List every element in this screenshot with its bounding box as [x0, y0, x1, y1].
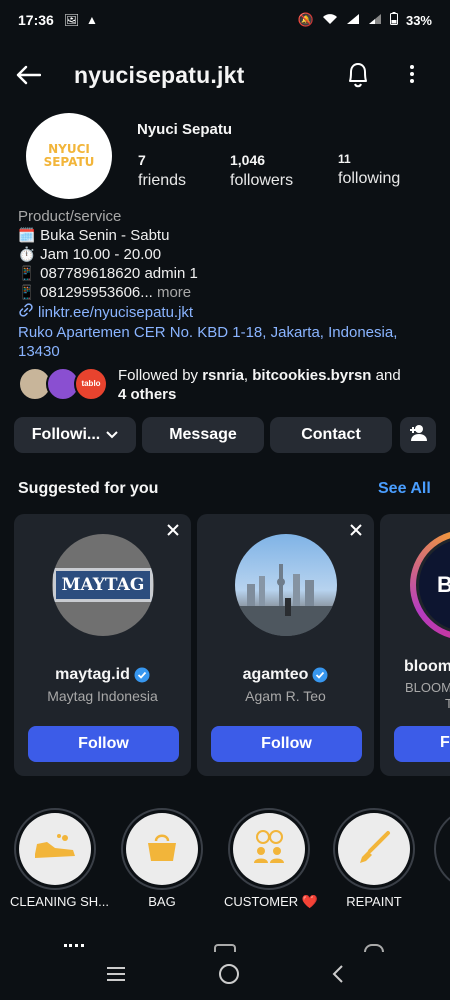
wifi-icon	[322, 13, 338, 28]
followers-label: followers	[230, 172, 294, 189]
signal-icon	[346, 13, 360, 28]
bio-line: 📱 087789618620 admin 1	[18, 265, 198, 282]
friends-stat[interactable]: 7 friends	[138, 152, 186, 190]
city-skyline-photo	[235, 564, 337, 636]
following-count: 11	[338, 152, 351, 166]
back-arrow-icon[interactable]	[14, 61, 42, 89]
suggestion-card[interactable]: BL bloom BLOOM T F	[380, 514, 450, 776]
highlight-cleaning[interactable]: CLEANING SH...	[10, 808, 109, 909]
system-nav-bar	[0, 952, 450, 1000]
follow-button[interactable]: Follow	[28, 726, 179, 762]
status-bar: 17:36 🖼 ▲ 🔕 33%	[0, 0, 450, 40]
following-stat[interactable]: 11 following	[338, 152, 400, 188]
profile-avatar[interactable]: NYUCI SEPATU	[26, 113, 112, 199]
drive-icon: ▲	[86, 13, 98, 27]
reels-icon[interactable]	[214, 944, 236, 952]
highlight-label: CLEANING SH...	[10, 894, 109, 909]
highlight-repaint[interactable]: REPAINT	[329, 808, 419, 909]
phone-icon: 📱	[18, 265, 36, 281]
suggestion-name[interactable]: maytag.id	[14, 666, 191, 684]
friends-count: 7	[138, 152, 146, 168]
friends-label: friends	[138, 172, 187, 189]
profile-link[interactable]: linktr.ee/nyucisepatu.jkt	[18, 302, 438, 323]
followed-by-text: Followed by rsnria, bitcookies.byrsn and…	[118, 367, 401, 403]
suggestion-subtitle: BLOOM T	[405, 680, 450, 711]
following-button[interactable]: Followi...	[14, 417, 136, 453]
sneaker-icon	[33, 830, 77, 869]
gallery-icon: 🖼	[63, 13, 80, 27]
bio-line: ⏱️ Jam 10.00 - 20.00	[18, 246, 162, 263]
back-nav-icon[interactable]	[331, 964, 345, 989]
add-user-button[interactable]	[400, 417, 436, 453]
suggestion-subtitle: Agam R. Teo	[245, 688, 326, 704]
followed-by[interactable]: tablo Followed by rsnria, bitcookies.byr…	[18, 366, 438, 404]
suggested-title: Suggested for you	[18, 480, 159, 497]
close-icon[interactable]	[165, 522, 181, 538]
suggestion-avatar[interactable]: BL	[410, 530, 450, 640]
customers-icon	[249, 829, 289, 870]
status-time: 17:36	[18, 12, 54, 28]
avatar: tablo	[74, 367, 108, 401]
phone-icon: 📱	[18, 284, 36, 300]
profile-tabs	[0, 940, 450, 952]
highlight-label: CUSTOMER ❤️	[224, 894, 318, 909]
contact-button[interactable]: Contact	[270, 417, 392, 453]
grid-icon[interactable]	[64, 944, 84, 950]
highlight-label: REPAINT	[346, 894, 402, 909]
see-all-link[interactable]: See All	[378, 480, 431, 498]
suggestion-avatar[interactable]	[235, 534, 337, 636]
highlight-customer[interactable]: CUSTOMER ❤️	[224, 808, 318, 910]
following-label: following	[338, 170, 401, 187]
bio-line: 📱 081295953606... more	[18, 284, 192, 301]
add-user-icon	[408, 424, 428, 447]
suggestion-avatar[interactable]: MAYTAG	[52, 534, 154, 636]
battery-icon	[389, 12, 398, 28]
suggestion-card[interactable]: MAYTAG maytag.id Maytag Indonesia Follow	[14, 514, 191, 776]
paintbrush-icon	[356, 829, 392, 870]
followers-stat[interactable]: 1,046 followers	[230, 152, 293, 190]
suggestion-card[interactable]: agamteo Agam R. Teo Follow	[197, 514, 374, 776]
handbag-icon	[145, 831, 179, 868]
highlight-label: BAG	[148, 894, 176, 909]
battery-percent: 33%	[405, 12, 432, 28]
bio-more-link[interactable]: more	[157, 284, 191, 301]
suggestion-name[interactable]: agamteo	[197, 666, 374, 684]
address-link[interactable]: Ruko Apartemen CER No. KBD 1-18, Jakarta…	[18, 323, 438, 361]
message-button[interactable]: Message	[142, 417, 264, 453]
highlight-item[interactable]	[434, 808, 450, 890]
more-options-icon[interactable]	[402, 62, 422, 88]
follow-button[interactable]: Follow	[211, 726, 362, 762]
maytag-logo: MAYTAG	[52, 568, 154, 602]
profile-bio: Product/service 🗓️ Buka Senin - Sabtu ⏱️…	[18, 207, 438, 361]
verified-badge-icon	[312, 667, 328, 683]
mutual-avatars: tablo	[18, 367, 110, 403]
page-title: nyucisepatu.jkt	[74, 61, 245, 88]
bell-icon[interactable]	[344, 60, 372, 90]
bloom-logo: BL	[416, 536, 450, 634]
verified-badge-icon	[134, 667, 150, 683]
category-label: Product/service	[18, 208, 122, 225]
display-name: Nyuci Sepatu	[137, 121, 233, 138]
close-icon[interactable]	[348, 522, 364, 538]
suggestion-subtitle: Maytag Indonesia	[47, 688, 158, 704]
recent-apps-icon[interactable]	[105, 966, 127, 987]
followers-count: 1,046	[230, 152, 266, 168]
link-icon	[18, 302, 34, 323]
suggestion-name[interactable]: bloom	[404, 658, 450, 676]
bio-line: 🗓️ Buka Senin - Sabtu	[18, 227, 170, 244]
stopwatch-icon: ⏱️	[18, 246, 36, 262]
avatar-logo-line-2: SEPATU	[43, 155, 95, 169]
mute-icon: 🔕	[297, 12, 314, 27]
calendar-icon: 🗓️	[18, 227, 36, 243]
follow-button[interactable]: F	[394, 726, 450, 762]
highlight-bag[interactable]: BAG	[117, 808, 207, 909]
tagged-icon[interactable]	[364, 944, 384, 952]
chevron-down-icon	[106, 431, 118, 439]
signal-icon-2	[368, 13, 382, 28]
profile-header: nyucisepatu.jkt	[0, 50, 450, 100]
home-icon[interactable]	[218, 963, 240, 990]
